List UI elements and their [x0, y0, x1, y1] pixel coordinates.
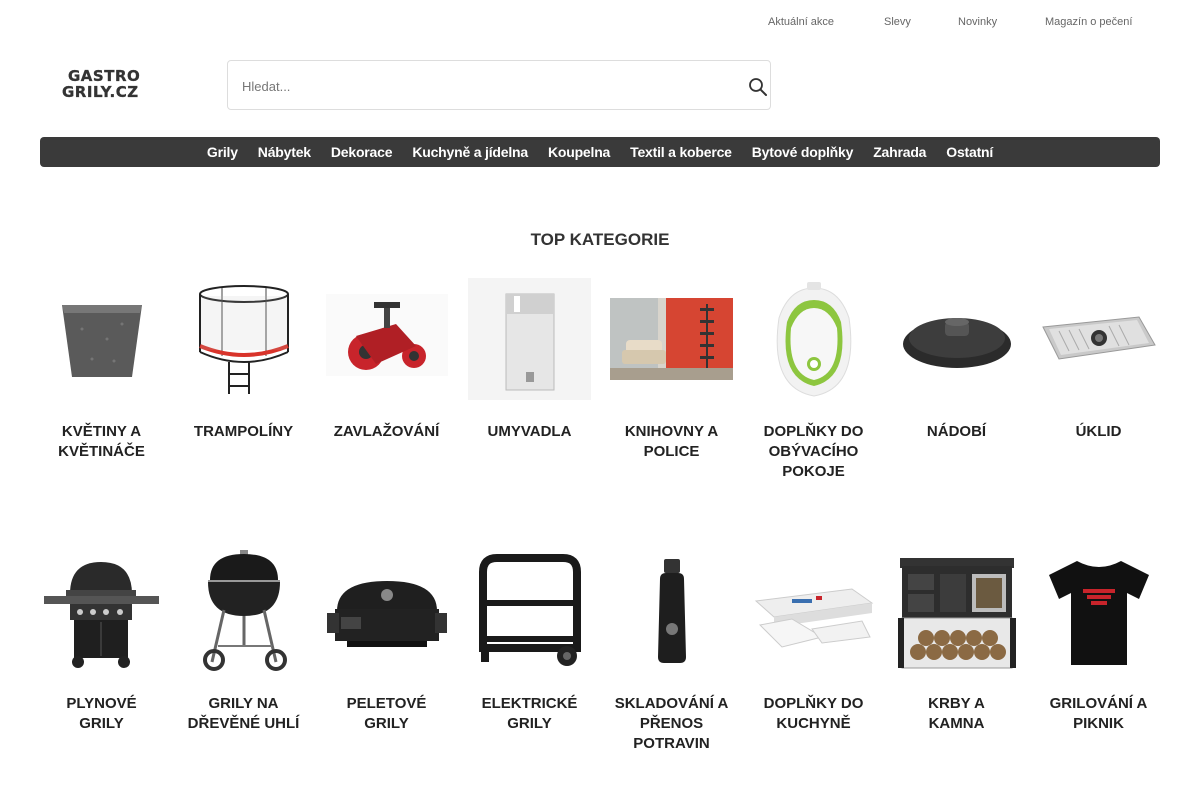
category-trampoliny[interactable]: TRAMPOLÍNY — [182, 278, 305, 442]
trampoline-icon — [182, 278, 305, 400]
category-knihovny[interactable]: KNIHOVNY A POLICE — [610, 278, 733, 462]
category-label: NÁDOBÍ — [926, 423, 987, 440]
pot-lid-icon — [895, 278, 1018, 400]
top-bar: Aktuální akce Slevy Novinky Magazín o pe… — [0, 0, 1200, 44]
category-krby[interactable]: KRBY A KAMNA — [895, 550, 1018, 734]
category-label: PLYNOVÉ GRILY — [66, 695, 137, 732]
pellet-grill-icon — [325, 550, 448, 672]
grill-cart-icon — [468, 550, 591, 672]
category-skladovani[interactable]: SKLADOVÁNÍ A PŘENOS POTRAVIN — [610, 550, 733, 754]
category-label: DOPLŇKY DO KUCHYNĚ — [763, 695, 864, 732]
humidifier-icon — [752, 278, 875, 400]
section-title: TOP KATEGORIE — [530, 230, 670, 249]
category-label: GRILOVÁNÍ A PIKNIK — [1049, 695, 1148, 732]
category-label: TRAMPOLÍNY — [193, 423, 294, 440]
search-box — [227, 60, 771, 110]
planter-icon — [40, 278, 163, 400]
main-nav: Grily Nábytek Dekorace Kuchyně a jídelna… — [40, 137, 1160, 167]
tshirt-icon — [1037, 550, 1160, 672]
nav-item-dekorace[interactable]: Dekorace — [321, 144, 402, 160]
wood-stove-icon — [895, 550, 1018, 672]
sprinkler-icon — [325, 278, 448, 400]
search-input[interactable] — [242, 75, 722, 97]
nav-item-textil[interactable]: Textil a koberce — [620, 144, 742, 160]
category-nadobi[interactable]: NÁDOBÍ — [895, 278, 1018, 442]
logo-line-2: GRILY.CZ — [62, 83, 139, 101]
nav-item-kuchyne[interactable]: Kuchyně a jídelna — [402, 144, 538, 160]
category-doplnky-obyvaci[interactable]: DOPLŇKY DO OBÝVACÍHO POKOJE — [752, 278, 875, 482]
bookshelf-icon — [610, 278, 733, 400]
category-plynove-grily[interactable]: PLYNOVÉ GRILY — [40, 550, 163, 734]
category-label: UMYVADLA — [487, 423, 572, 440]
category-label: SKLADOVÁNÍ A PŘENOS POTRAVIN — [614, 695, 729, 752]
category-label: DOPLŇKY DO OBÝVACÍHO POKOJE — [763, 423, 864, 480]
kettle-grill-icon — [182, 550, 305, 672]
category-kvetiny[interactable]: KVĚTINY A KVĚTINÁČE — [40, 278, 163, 462]
category-label: ELEKTRICKÉ GRILY — [481, 695, 578, 732]
category-zavlazovani[interactable]: ZAVLAŽOVÁNÍ — [325, 278, 448, 442]
drip-tray-icon — [1037, 278, 1160, 400]
category-doplnky-kuchyne[interactable]: DOPLŇKY DO KUCHYNĚ — [752, 550, 875, 734]
vacuum-sealer-icon — [752, 550, 875, 672]
site-logo[interactable]: GASTRO GRILY.CZ — [62, 68, 152, 104]
nav-item-grily[interactable]: Grily — [197, 144, 248, 160]
category-grily-uhli[interactable]: GRILY NA DŘEVĚNÉ UHLÍ — [182, 550, 305, 734]
top-link-novinky[interactable]: Novinky — [958, 16, 997, 28]
category-label: KVĚTINY A KVĚTINÁČE — [58, 423, 145, 460]
nav-item-koupelna[interactable]: Koupelna — [538, 144, 620, 160]
category-label: ZAVLAŽOVÁNÍ — [333, 423, 440, 440]
category-label: ÚKLID — [1075, 423, 1122, 440]
category-peletove-grily[interactable]: PELETOVÉ GRILY — [325, 550, 448, 734]
category-grilovani-piknik[interactable]: GRILOVÁNÍ A PIKNIK — [1037, 550, 1160, 734]
category-label: GRILY NA DŘEVĚNÉ UHLÍ — [187, 695, 300, 732]
category-elektricke-grily[interactable]: ELEKTRICKÉ GRILY — [468, 550, 591, 734]
sink-icon — [468, 278, 591, 400]
logo-line-1: GASTRO — [68, 67, 141, 85]
nav-item-ostatni[interactable]: Ostatní — [936, 144, 1003, 160]
nav-item-bytove-doplnky[interactable]: Bytové doplňky — [742, 144, 863, 160]
search-icon[interactable] — [748, 77, 768, 97]
nav-item-nabytek[interactable]: Nábytek — [248, 144, 321, 160]
top-link-aktualni-akce[interactable]: Aktuální akce — [768, 16, 834, 28]
top-link-magazin[interactable]: Magazín o pečení — [1045, 16, 1132, 28]
category-label: KRBY A KAMNA — [928, 695, 985, 732]
category-label: PELETOVÉ GRILY — [346, 695, 427, 732]
top-link-slevy[interactable]: Slevy — [884, 16, 911, 28]
category-uklid[interactable]: ÚKLID — [1037, 278, 1160, 442]
gas-grill-icon — [40, 550, 163, 672]
bottle-icon — [610, 550, 733, 672]
category-label: KNIHOVNY A POLICE — [624, 423, 719, 460]
category-umyvadla[interactable]: UMYVADLA — [468, 278, 591, 442]
nav-item-zahrada[interactable]: Zahrada — [863, 144, 936, 160]
